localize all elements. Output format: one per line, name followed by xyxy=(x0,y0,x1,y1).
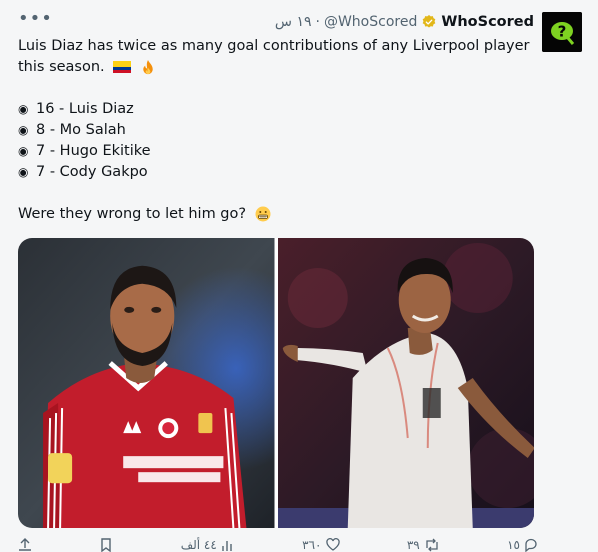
verified-badge-icon xyxy=(423,15,436,28)
more-options-icon[interactable]: ••• xyxy=(18,8,53,29)
salah-photo-art xyxy=(18,238,275,528)
retweet-icon xyxy=(426,538,438,552)
tweet-header: ••• ١٩ س · @WhoScored WhoScored ? xyxy=(18,8,582,52)
tweet-question-text: Were they wrong to let him go? xyxy=(18,206,247,222)
diaz-photo-art xyxy=(277,238,534,528)
tweet-media[interactable] xyxy=(18,238,534,528)
stat-text: 7 - Hugo Ekitike xyxy=(36,143,151,159)
share-icon xyxy=(19,538,31,551)
tweet-intro: Luis Diaz has twice as many goal contrib… xyxy=(18,36,538,78)
views-button[interactable]: ٤٤ ألف xyxy=(181,538,235,552)
fire-icon xyxy=(143,59,153,74)
salah-liverpool-photo[interactable] xyxy=(18,238,275,528)
bookmark-icon xyxy=(101,538,112,552)
tweet-intro-text: Luis Diaz has twice as many goal contrib… xyxy=(18,38,530,75)
bookmark-button[interactable] xyxy=(99,538,113,552)
stat-text: 16 - Luis Diaz xyxy=(36,101,134,117)
whoscored-avatar[interactable]: ? xyxy=(542,12,582,52)
grimacing-face-icon xyxy=(255,206,271,222)
views-bar-chart-icon xyxy=(222,541,232,551)
like-button[interactable]: ٣٦٠ xyxy=(302,538,340,552)
colombia-flag-icon xyxy=(113,61,132,73)
heart-icon xyxy=(325,538,340,551)
stat-line: ◉ 7 - Cody Gakpo xyxy=(18,162,538,183)
tweet-meta: ١٩ س · @WhoScored WhoScored xyxy=(275,14,534,30)
author-handle[interactable]: @WhoScored xyxy=(324,14,417,30)
tweet-text: Luis Diaz has twice as many goal contrib… xyxy=(18,36,538,225)
retweet-count: ٣٩ xyxy=(406,538,420,552)
diaz-bayern-photo[interactable] xyxy=(277,238,534,528)
stat-line: ◉ 16 - Luis Diaz xyxy=(18,99,538,120)
tweet-action-bar: ٤٤ ألف ٣٦٠ ٣٩ ١٥ xyxy=(18,538,538,552)
like-count: ٣٦٠ xyxy=(302,538,322,552)
whoscored-logo-icon: ? xyxy=(542,12,582,52)
views-count: ٤٤ ألف xyxy=(180,538,217,552)
radio-bullet-icon: ◉ xyxy=(18,123,29,137)
radio-bullet-icon: ◉ xyxy=(18,144,29,158)
stat-text: 8 - Mo Salah xyxy=(36,122,126,138)
retweet-button[interactable]: ٣٩ xyxy=(407,538,440,552)
stat-line: ◉ 8 - Mo Salah xyxy=(18,120,538,141)
radio-bullet-icon: ◉ xyxy=(18,102,29,116)
radio-bullet-icon: ◉ xyxy=(18,165,29,179)
meta-separator: · xyxy=(315,14,320,30)
tweet-timestamp[interactable]: ١٩ س xyxy=(275,14,312,30)
reply-button[interactable]: ١٥ xyxy=(507,538,538,552)
author-name[interactable]: WhoScored xyxy=(441,14,534,30)
stat-line: ◉ 7 - Hugo Ekitike xyxy=(18,141,538,162)
tweet-question: Were they wrong to let him go? xyxy=(18,204,538,225)
stat-text: 7 - Cody Gakpo xyxy=(36,164,148,180)
reply-count: ١٥ xyxy=(507,538,520,552)
reply-bubble-icon xyxy=(525,538,537,552)
svg-text:?: ? xyxy=(558,23,567,41)
share-button[interactable] xyxy=(18,538,32,552)
